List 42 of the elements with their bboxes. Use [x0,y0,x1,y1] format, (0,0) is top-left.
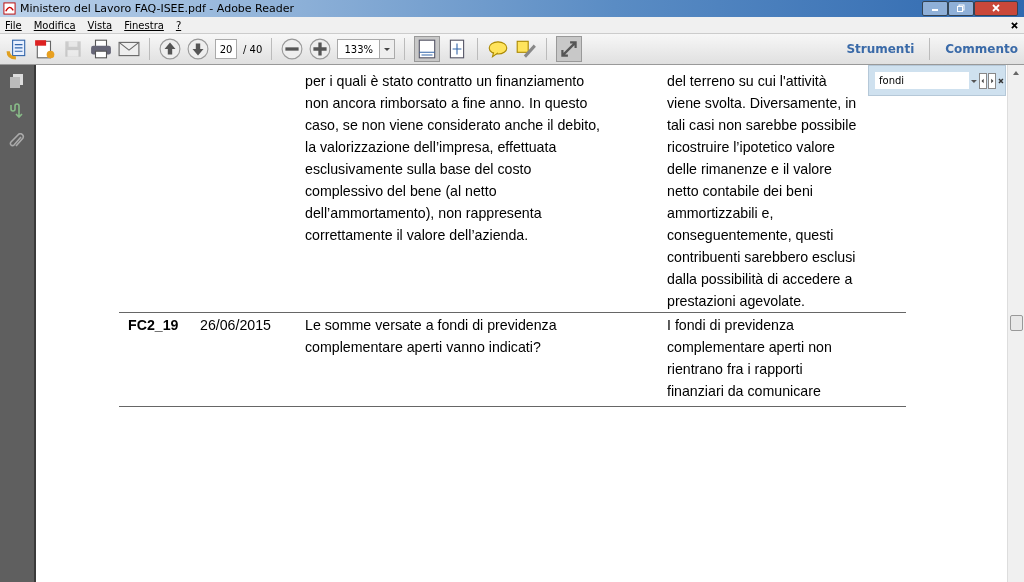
paperclip-icon[interactable] [9,133,25,149]
panel-tab[interactable]: Commento [939,42,1024,56]
menu-item[interactable]: ? [175,19,182,31]
restore-icon [956,3,966,12]
search-field[interactable]: fondi [875,72,970,89]
menu-item[interactable]: Vista [87,19,113,31]
page-count: / 40 [243,43,263,55]
zoom-in-icon[interactable] [309,38,332,60]
document-icon[interactable] [6,38,28,60]
vertical-scrollbar[interactable] [1007,65,1024,582]
zoom-dropdown[interactable]: 133% [337,39,396,59]
question-text: per i quali è stato contratto un finanziamento non ancora rimborsato a fine anno. In questo caso, se non viene considerato anche il debito, la valorizzazione dell’impresa, effettuata esclusivamente sulla base del costo complessivo del bene (al netto dell’ammortamento), non rappresenta correttamente il valore dell’azienda. [305,72,601,245]
page-number-field[interactable]: 20 [215,39,237,59]
answer-text: I fondi di previdenza complementare aperti non rientrano fra i rapporti finanziari da comunicare [667,316,832,401]
scrollbar-thumb[interactable] [1010,315,1023,331]
bookmark-icon[interactable] [9,103,25,119]
expand-icon[interactable] [556,36,583,62]
close-button[interactable] [974,1,1018,16]
maximize-button[interactable] [948,1,974,16]
fit-width-icon[interactable] [414,36,441,62]
window-title: Ministero del Lavoro FAQ-ISEE.pdf - Adobe Reader [20,2,295,15]
printer-icon[interactable] [90,38,112,60]
speech-bubble-icon[interactable] [487,38,510,60]
highlight-pen-icon[interactable] [515,38,538,60]
close-icon [991,3,1001,12]
panel-tab[interactable]: Strumenti [840,42,921,56]
minimize-button[interactable] [922,1,948,16]
close-icon[interactable] [1011,21,1018,29]
zoom-out-icon[interactable] [281,38,304,60]
pdf-file-icon[interactable] [34,38,56,60]
previous-result-button[interactable] [979,72,988,89]
pages-icon[interactable] [9,73,25,89]
next-result-button[interactable] [988,72,997,89]
answer-text: del terreno su cui l'attività viene svolta. Diversamente, in tali casi non sarebbe possibile ricostruire l’ipotetico valore delle rimanenze e il valore netto contabile dei beni ammortizzabili e, conseguentemente, questi contribuenti sarebbero esclusi dalla possibilità di accedere a prestazioni agevolate. [667,72,857,311]
menu-item[interactable]: Finestra [124,19,164,31]
faq-code: FC2_19 [128,317,179,333]
caret-icon[interactable] [379,40,395,58]
menu-item[interactable]: Modifica [33,19,76,31]
pdf-file-icon [3,2,16,15]
question-text: Le somme versate a fondi di previdenza complementare aperti vanno indicati? [305,316,558,357]
date-text: 26/06/2015 [200,317,271,333]
menu-item[interactable]: File [5,19,22,31]
